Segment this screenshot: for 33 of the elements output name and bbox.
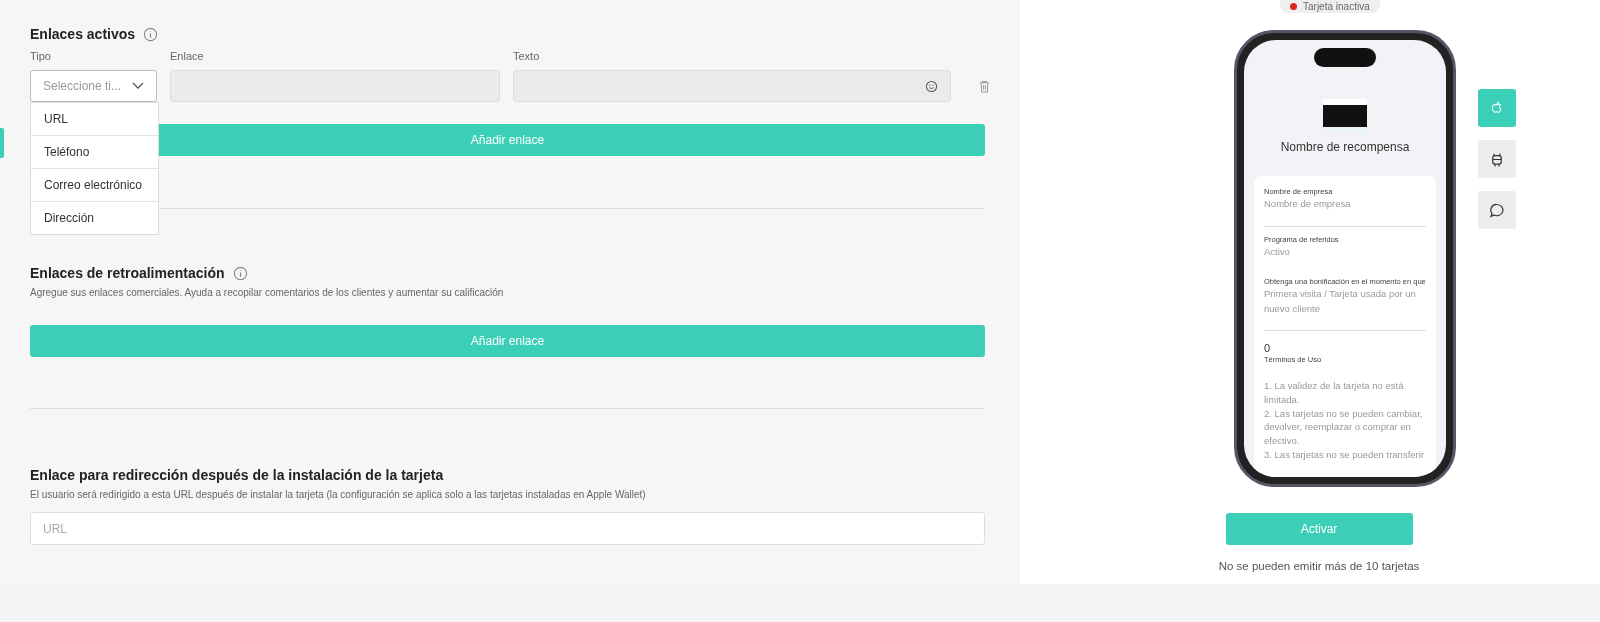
limit-note: No se pueden emitir más de 10 tarjetas xyxy=(1218,560,1420,572)
status-label: Tarjeta inactiva xyxy=(1303,0,1370,12)
field-value: Primera visita / Tarjeta usada por un nuevo cliente xyxy=(1264,287,1417,316)
url-field[interactable]: URL xyxy=(30,512,985,545)
column-label: Tipo xyxy=(30,50,52,62)
phone-notch xyxy=(1314,48,1376,67)
dropdown-option[interactable]: Teléfono xyxy=(31,136,158,169)
info-icon[interactable] xyxy=(143,26,159,42)
trash-icon[interactable] xyxy=(978,79,991,94)
chat-button[interactable] xyxy=(1478,191,1516,229)
terms-text: 1. La validez de la tarjeta no está limitada. 2. Las tarjetas no se pueden cambiar, devolver, reemplazar o comprar en efectivo. 3. Las tarjetas no se pueden transferir xyxy=(1264,379,1425,462)
count-value: 0 xyxy=(1264,341,1272,354)
field-value: Nombre de empresa xyxy=(1264,197,1352,212)
section-description: Agregue sus enlaces comerciales. Ayuda a recopilar comentarios de los clientes y aumentar su calificación xyxy=(30,287,505,298)
dropdown-option[interactable]: Correo electrónico xyxy=(31,169,158,202)
column-label: Texto xyxy=(513,50,541,62)
dropdown-option[interactable]: Dirección xyxy=(31,202,158,234)
text-field[interactable] xyxy=(513,70,951,102)
section-title: Enlaces de retroalimentación xyxy=(30,265,225,281)
chevron-down-icon xyxy=(132,82,144,90)
field-value: Activo xyxy=(1264,244,1291,259)
reward-name: Nombre de recompensa xyxy=(1280,140,1410,154)
card-image xyxy=(1323,99,1367,132)
link-field[interactable] xyxy=(170,70,500,102)
info-icon[interactable] xyxy=(232,265,248,281)
section-title: Enlaces activos xyxy=(30,26,136,42)
section-title: Enlace para redirección después de la instalación de la tarjeta xyxy=(30,467,444,483)
column-label: Enlace xyxy=(170,50,205,62)
section-description: El usuario será redirigido a esta URL después de instalar la tarjeta (la configuración se aplica solo a las tarjetas instaladas en Apple Wallet) xyxy=(30,489,647,500)
emoji-icon[interactable] xyxy=(925,79,938,93)
chat-icon xyxy=(1489,201,1505,219)
android-button[interactable] xyxy=(1478,140,1516,178)
dropdown-option[interactable]: URL xyxy=(31,103,158,136)
